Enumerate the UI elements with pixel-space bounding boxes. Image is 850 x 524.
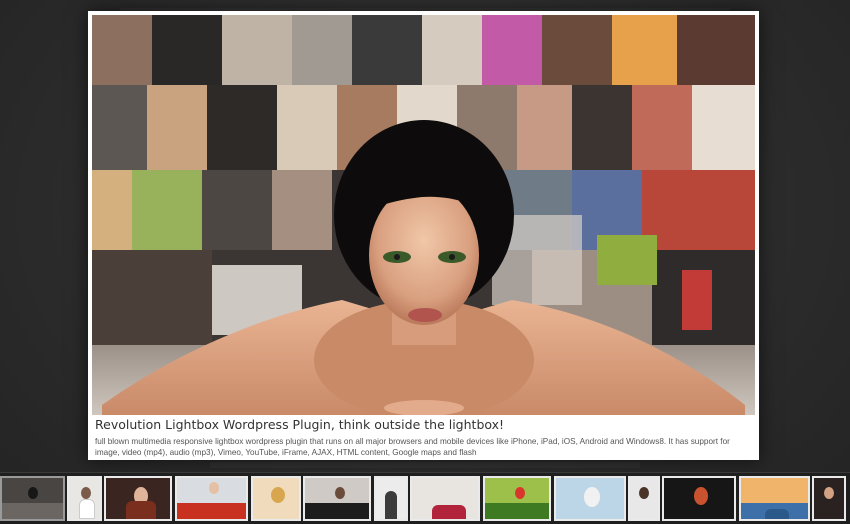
- thumb-ground: [305, 502, 369, 519]
- thumb-figure: [271, 487, 285, 503]
- thumbnail-blonde-woman[interactable]: [251, 476, 301, 521]
- thumbnail-woman-portrait[interactable]: [628, 476, 660, 521]
- lightbox-image[interactable]: [92, 15, 755, 415]
- thumb-bg: [741, 478, 808, 503]
- thumbnail-strip: [0, 472, 850, 524]
- thumbnail-woman-dark-hair[interactable]: [812, 476, 846, 521]
- thumb-figure: [584, 487, 600, 507]
- thumb-hair: [126, 501, 156, 519]
- thumb-figure: [79, 499, 95, 519]
- lightbox-caption: Revolution Lightbox Wordpress Plugin, th…: [95, 415, 751, 458]
- lightbox-window: Revolution Lightbox Wordpress Plugin, th…: [88, 11, 759, 460]
- thumbnail-woman-lying-pink[interactable]: [410, 476, 480, 521]
- background-footer-bar: [210, 462, 640, 468]
- thumbnail-woman-blue-face[interactable]: [554, 476, 626, 521]
- thumbnail-woman-face-paint[interactable]: [662, 476, 736, 521]
- thumbnail-woman-lying[interactable]: [0, 476, 65, 521]
- main-photo: [92, 15, 755, 415]
- thumb-figure: [515, 487, 525, 499]
- lightbox-overlay[interactable]: Revolution Lightbox Wordpress Plugin, th…: [0, 0, 850, 524]
- thumb-figure: [209, 482, 219, 494]
- thumb-figure: [824, 487, 834, 499]
- thumb-figure: [28, 487, 38, 499]
- thumb-figure: [335, 487, 345, 499]
- caption-title: Revolution Lightbox Wordpress Plugin, th…: [95, 417, 505, 432]
- thumbnail-woman-standing[interactable]: [374, 476, 408, 521]
- thumb-figure: [639, 487, 649, 499]
- caption-description: full blown multimedia responsive lightbo…: [95, 437, 730, 457]
- thumbnail-woman-green-field[interactable]: [483, 476, 551, 521]
- thumbnail-woman-flower-field[interactable]: [175, 476, 248, 521]
- thumbnail-woman-red-hair[interactable]: [104, 476, 172, 521]
- thumb-figure: [432, 505, 466, 519]
- thumb-ground: [177, 502, 246, 519]
- thumbnail-woman-white-dress[interactable]: [67, 476, 102, 521]
- thumbnail-boat-at-sea[interactable]: [739, 476, 810, 521]
- thumb-figure: [765, 509, 789, 519]
- thumbnail-woman-sofa[interactable]: [303, 476, 371, 521]
- thumb-figure: [694, 487, 708, 505]
- thumb-ground: [485, 502, 549, 519]
- thumb-ground: [2, 502, 63, 519]
- thumb-figure: [385, 491, 397, 519]
- thumb-head: [81, 487, 91, 499]
